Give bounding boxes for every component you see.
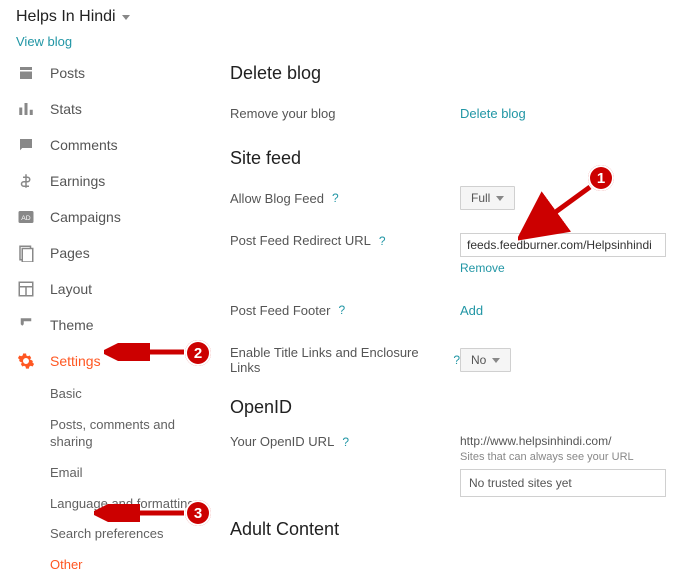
allow-feed-dropdown[interactable]: Full xyxy=(460,186,515,210)
blog-title-text: Helps In Hindi xyxy=(16,8,116,26)
sub-item-language[interactable]: Language and formatting xyxy=(50,489,202,520)
footer-label: Post Feed Footer xyxy=(230,303,330,318)
help-icon[interactable]: ? xyxy=(332,191,339,205)
stats-icon xyxy=(16,99,36,119)
sidebar-item-posts[interactable]: Posts xyxy=(8,55,202,91)
enable-links-value: No xyxy=(471,353,486,367)
nav-label: Pages xyxy=(50,245,90,261)
nav-label: Posts xyxy=(50,65,85,81)
add-footer-link[interactable]: Add xyxy=(460,303,483,318)
sidebar-item-pages[interactable]: Pages xyxy=(8,235,202,271)
remove-link[interactable]: Remove xyxy=(460,261,505,275)
allow-feed-value: Full xyxy=(471,191,490,205)
section-site-feed-title: Site feed xyxy=(230,148,680,169)
sub-item-other[interactable]: Other xyxy=(50,550,202,581)
sidebar-item-settings[interactable]: Settings xyxy=(8,343,202,379)
sidebar-item-stats[interactable]: Stats xyxy=(8,91,202,127)
nav-label: Stats xyxy=(50,101,82,117)
delete-blog-link[interactable]: Delete blog xyxy=(460,106,526,121)
nav-label: Campaigns xyxy=(50,209,121,225)
main-content: Delete blog Remove your blog Delete blog… xyxy=(210,55,680,581)
annotation-badge-3: 3 xyxy=(185,500,211,526)
help-icon[interactable]: ? xyxy=(338,303,345,317)
enable-links-dropdown[interactable]: No xyxy=(460,348,511,372)
sidebar-item-campaigns[interactable]: AD Campaigns xyxy=(8,199,202,235)
sidebar-item-layout[interactable]: Layout xyxy=(8,271,202,307)
nav-label: Earnings xyxy=(50,173,105,189)
sub-item-posts-comments[interactable]: Posts, comments and sharing xyxy=(50,410,202,458)
caret-down-icon xyxy=(496,196,504,201)
openid-caption: Sites that can always see your URL xyxy=(460,451,680,463)
annotation-badge-2: 2 xyxy=(185,340,211,366)
earnings-icon xyxy=(16,171,36,191)
comments-icon xyxy=(16,135,36,155)
section-adult-title: Adult Content xyxy=(230,519,680,540)
help-icon[interactable]: ? xyxy=(453,353,460,367)
remove-blog-label: Remove your blog xyxy=(230,106,460,121)
annotation-badge-1: 1 xyxy=(588,165,614,191)
section-openid-title: OpenID xyxy=(230,397,680,418)
svg-text:AD: AD xyxy=(21,215,31,222)
posts-icon xyxy=(16,63,36,83)
layout-icon xyxy=(16,279,36,299)
openid-url-label: Your OpenID URL xyxy=(230,434,334,449)
section-delete-blog-title: Delete blog xyxy=(230,63,680,84)
sidebar-item-comments[interactable]: Comments xyxy=(8,127,202,163)
openid-trusted-box: No trusted sites yet xyxy=(460,469,666,497)
sub-item-basic[interactable]: Basic xyxy=(50,379,202,410)
sub-item-email[interactable]: Email xyxy=(50,458,202,489)
help-icon[interactable]: ? xyxy=(342,435,349,449)
sidebar: Posts Stats Comments Earnings AD Campaig… xyxy=(0,55,210,581)
view-blog-link[interactable]: View blog xyxy=(0,30,88,55)
nav-label: Comments xyxy=(50,137,118,153)
nav-label: Layout xyxy=(50,281,92,297)
sub-item-search-prefs[interactable]: Search preferences xyxy=(50,519,202,550)
settings-subnav: Basic Posts, comments and sharing Email … xyxy=(8,379,202,581)
enable-links-label: Enable Title Links and Enclosure Links xyxy=(230,345,445,375)
sidebar-item-earnings[interactable]: Earnings xyxy=(8,163,202,199)
allow-feed-label: Allow Blog Feed xyxy=(230,191,324,206)
openid-url-value: http://www.helpsinhindi.com/ xyxy=(460,434,680,448)
sidebar-item-theme[interactable]: Theme xyxy=(8,307,202,343)
nav-label: Theme xyxy=(50,317,94,333)
theme-icon xyxy=(16,315,36,335)
blog-title-dropdown[interactable]: Helps In Hindi xyxy=(16,8,130,26)
nav-label: Settings xyxy=(50,353,101,369)
pages-icon xyxy=(16,243,36,263)
gear-icon xyxy=(16,351,36,371)
redirect-url-input[interactable] xyxy=(460,233,666,257)
campaigns-icon: AD xyxy=(16,207,36,227)
help-icon[interactable]: ? xyxy=(379,234,386,248)
caret-down-icon xyxy=(122,15,130,20)
redirect-url-label: Post Feed Redirect URL xyxy=(230,233,371,248)
caret-down-icon xyxy=(492,358,500,363)
